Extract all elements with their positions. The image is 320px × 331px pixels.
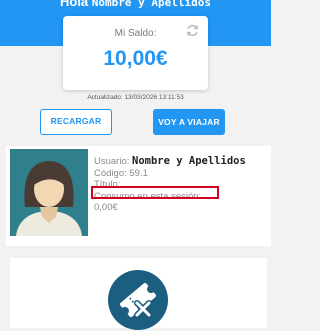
header-title: Hola Nombre y Apellidos: [0, 0, 271, 9]
user-value: Nombre y Apellidos: [132, 155, 246, 167]
recargar-button[interactable]: RECARGAR: [40, 109, 112, 135]
header-greeting: Hola: [59, 0, 89, 9]
balance-card: Mi Saldo: 10,00€: [63, 16, 208, 90]
code-value: 59.1: [129, 167, 148, 179]
ticket-card: [10, 258, 267, 331]
header-user-name: Nombre y Apellidos: [91, 0, 211, 9]
profile-card: Usuario: Nombre y Apellidos Código: 59.1…: [6, 146, 271, 246]
title-highlight-box: [91, 186, 219, 199]
consumption-value-row: 0,00€: [94, 202, 246, 214]
voy-a-viajar-button[interactable]: VOY A VIAJAR: [153, 109, 225, 135]
code-row: Código: 59.1: [94, 168, 246, 180]
consumption-value: 0,00€: [94, 202, 118, 214]
code-label: Código:: [94, 167, 127, 179]
avatar: [10, 149, 88, 236]
last-updated: Actualizado: 13/03/2026 13:11:53: [87, 94, 184, 101]
user-info: Usuario: Nombre y Apellidos Código: 59.1…: [94, 155, 246, 214]
ticket-cancel-icon[interactable]: [107, 269, 169, 331]
user-row: Usuario: Nombre y Apellidos: [94, 155, 246, 168]
user-label: Usuario:: [94, 156, 130, 167]
balance-value: 10,00€: [103, 47, 168, 70]
balance-label: Mi Saldo:: [114, 28, 157, 39]
